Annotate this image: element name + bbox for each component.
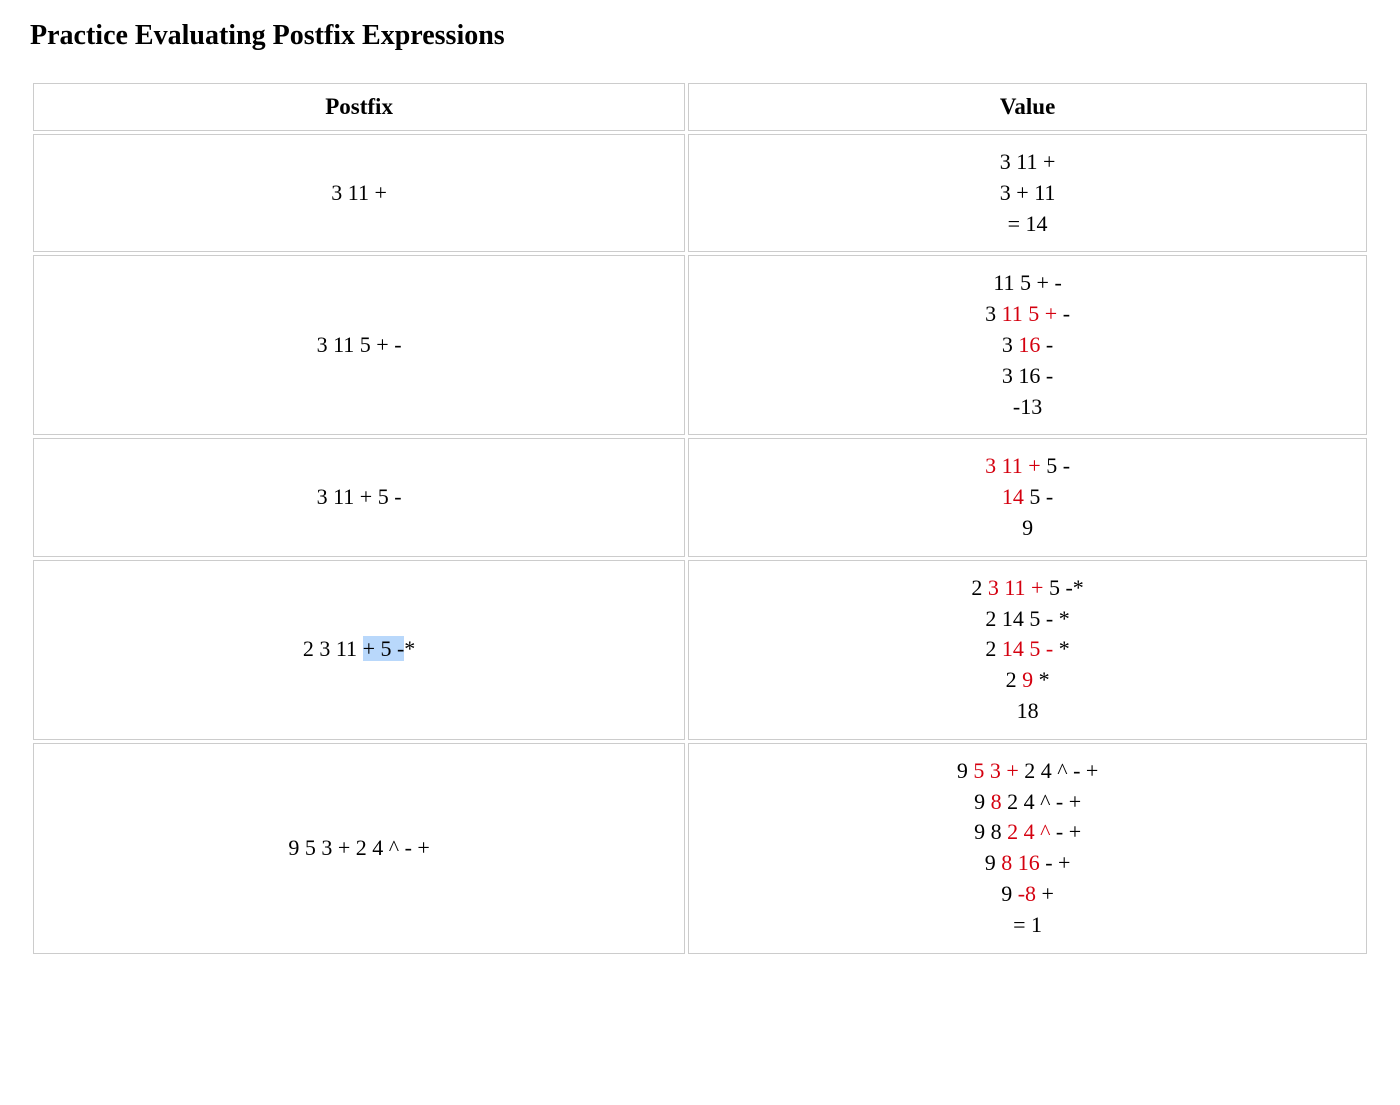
- table-row: 9 5 3 + 2 4 ^ - +9 5 3 + 2 4 ^ - +9 8 2 …: [33, 743, 1367, 954]
- expression-line: 9 8 2 4 ^ - +: [697, 817, 1358, 848]
- expression-line: 2 9 *: [697, 665, 1358, 696]
- expression-line: 3 11 +: [42, 178, 676, 209]
- expression-line: 2 3 11 + 5 -*: [697, 573, 1358, 604]
- expression-line: 9 8 16 - +: [697, 848, 1358, 879]
- expression-line: 3 16 -: [697, 330, 1358, 361]
- page-title: Practice Evaluating Postfix Expressions: [30, 20, 1370, 52]
- postfix-cell: 3 11 + 5 -: [33, 438, 685, 556]
- expression-line: 14 5 -: [697, 482, 1358, 513]
- expression-line: 2 3 11 + 5 -*: [42, 634, 676, 665]
- expression-line: = 1: [697, 910, 1358, 941]
- expression-line: 3 11 + 5 -: [697, 451, 1358, 482]
- expression-line: 9 5 3 + 2 4 ^ - +: [42, 833, 676, 864]
- col-header-value: Value: [688, 83, 1367, 131]
- expression-line: 9 -8 +: [697, 879, 1358, 910]
- expression-line: 3 11 +: [697, 147, 1358, 178]
- table-row: 3 11 + 5 -3 11 + 5 -14 5 -9: [33, 438, 1367, 556]
- expression-line: 3 11 + 5 -: [42, 482, 676, 513]
- expression-line: 18: [697, 696, 1358, 727]
- value-cell: 3 11 + 5 -14 5 -9: [688, 438, 1367, 556]
- postfix-table: Postfix Value 3 11 +3 11 +3 + 11= 143 11…: [30, 80, 1370, 957]
- postfix-cell: 2 3 11 + 5 -*: [33, 560, 685, 740]
- expression-line: 3 + 11: [697, 178, 1358, 209]
- expression-line: -13: [697, 392, 1358, 423]
- col-header-postfix: Postfix: [33, 83, 685, 131]
- value-cell: 3 11 +3 + 11= 14: [688, 134, 1367, 252]
- table-row: 3 11 5 + -11 5 + -3 11 5 + -3 16 -3 16 -…: [33, 255, 1367, 435]
- expression-line: 3 11 5 + -: [697, 299, 1358, 330]
- value-cell: 2 3 11 + 5 -*2 14 5 - *2 14 5 - *2 9 *18: [688, 560, 1367, 740]
- expression-line: 9 8 2 4 ^ - +: [697, 787, 1358, 818]
- postfix-cell: 9 5 3 + 2 4 ^ - +: [33, 743, 685, 954]
- postfix-cell: 3 11 5 + -: [33, 255, 685, 435]
- expression-line: 2 14 5 - *: [697, 634, 1358, 665]
- expression-line: 11 5 + -: [697, 268, 1358, 299]
- value-cell: 11 5 + -3 11 5 + -3 16 -3 16 --13: [688, 255, 1367, 435]
- table-row: 3 11 +3 11 +3 + 11= 14: [33, 134, 1367, 252]
- expression-line: 9: [697, 513, 1358, 544]
- expression-line: = 14: [697, 209, 1358, 240]
- expression-line: 3 11 5 + -: [42, 330, 676, 361]
- value-cell: 9 5 3 + 2 4 ^ - +9 8 2 4 ^ - +9 8 2 4 ^ …: [688, 743, 1367, 954]
- expression-line: 9 5 3 + 2 4 ^ - +: [697, 756, 1358, 787]
- postfix-cell: 3 11 +: [33, 134, 685, 252]
- table-row: 2 3 11 + 5 -*2 3 11 + 5 -*2 14 5 - *2 14…: [33, 560, 1367, 740]
- expression-line: 2 14 5 - *: [697, 604, 1358, 635]
- expression-line: 3 16 -: [697, 361, 1358, 392]
